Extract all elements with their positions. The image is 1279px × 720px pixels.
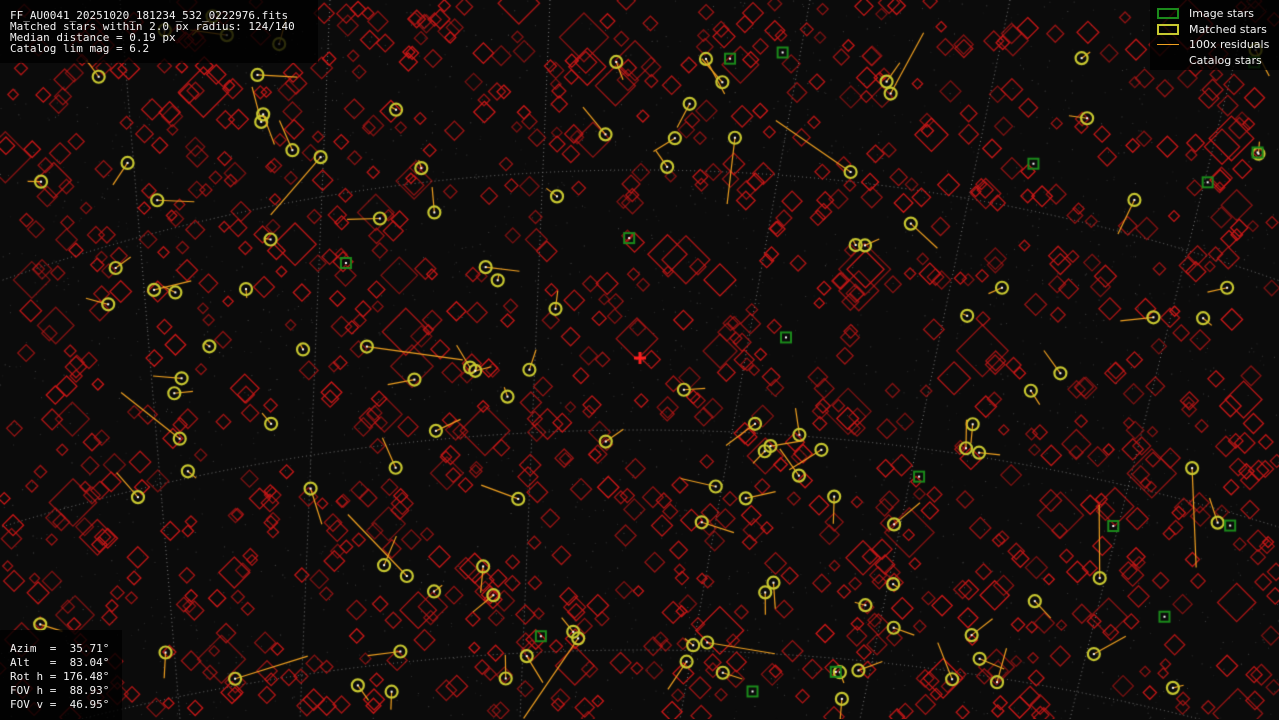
catalog-limit-magnitude: Catalog lim mag = 6.2 (10, 42, 150, 55)
match-info-panel: FF_AU0041_20251020_181234_532_0222976.fi… (0, 0, 318, 63)
fov-vertical-readout: FOV v = 46.95° (10, 698, 110, 711)
star-field-canvas (0, 0, 1279, 719)
altitude-readout: Alt = 83.04° (10, 656, 110, 669)
azimuth-readout: Azim = 35.71° (10, 642, 110, 655)
legend-image-stars: Image stars (1150, 6, 1279, 22)
legend-residuals: 100x residuals (1150, 37, 1279, 53)
legend-matched-stars: Matched stars (1150, 22, 1279, 38)
pointing-params-panel: Azim = 35.71° Alt = 83.04° Rot h = 176.48°… (0, 630, 122, 720)
residual-line-icon (1157, 44, 1179, 45)
legend-catalog-stars-label: Catalog stars (1189, 54, 1262, 67)
legend-residuals-label: 100x residuals (1189, 38, 1270, 51)
fov-horizontal-readout: FOV h = 88.93° (10, 684, 110, 697)
image-star-symbol-icon (1157, 8, 1179, 19)
rotation-readout: Rot h = 176.48° (10, 670, 110, 683)
matched-star-symbol-icon (1157, 24, 1179, 35)
legend-panel: Image stars Matched stars 100x residuals… (1150, 0, 1279, 70)
legend-catalog-stars: Catalog stars (1150, 53, 1279, 69)
legend-matched-stars-label: Matched stars (1189, 23, 1267, 36)
legend-image-stars-label: Image stars (1189, 7, 1254, 20)
